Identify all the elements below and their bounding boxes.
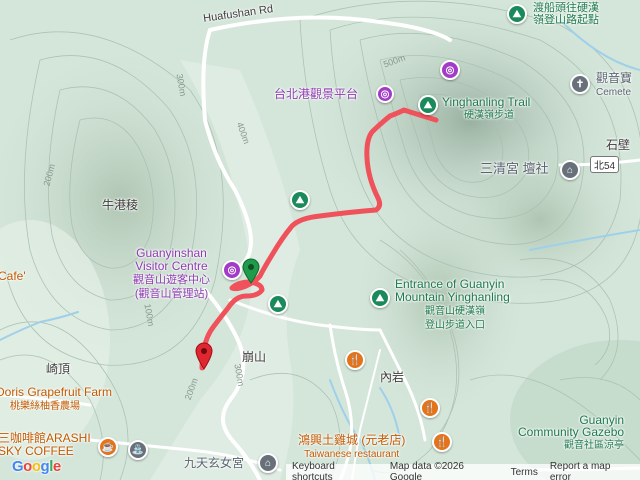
camera-icon[interactable]: ◎ xyxy=(440,60,460,80)
fork-knife-icon[interactable]: 🍴 xyxy=(345,350,365,370)
poi-label-jiutian[interactable]: 九天玄女宮 xyxy=(184,457,244,470)
poi-label-sanqing-temple[interactable]: 三清宮 壇社 xyxy=(480,162,549,175)
poi-label-line: SKY COFFEE xyxy=(0,444,74,458)
fork-knife-icon[interactable]: 🍴 xyxy=(420,398,440,418)
trail-icon[interactable]: ⛰ xyxy=(268,294,288,314)
place-label-cafe: Cafe' xyxy=(0,269,26,283)
poi-label-line: 嶺登山路起點 xyxy=(533,14,599,26)
poi-label-line: Mountain Yinghanling xyxy=(395,290,510,304)
poi-label-line: 渡船頭往硬漢 xyxy=(533,2,599,14)
end-marker-icon[interactable] xyxy=(195,342,213,370)
camera-icon[interactable]: ◎ xyxy=(376,85,394,103)
trail-icon[interactable]: ⛰ xyxy=(290,190,310,210)
poi-label-line: Yinghanling Trail xyxy=(442,95,531,109)
poi-label-arashi[interactable]: 三咖啡館ARASHI SKY COFFEE xyxy=(0,432,91,458)
map-data-text: Map data ©2026 Google xyxy=(389,461,464,480)
poi-label-line: 硬漢嶺步道 xyxy=(464,110,514,121)
place-label-shibi: 石壁 xyxy=(606,138,631,152)
poi-label-visitor-centre[interactable]: Guanyinshan Visitor Centre 觀音山遊客中心 (觀音山管… xyxy=(133,247,210,301)
keyboard-shortcuts-link[interactable]: Keyboard shortcuts xyxy=(286,461,384,480)
poi-label-doris[interactable]: Doris Grapefruit Farm 桃樂絲柚香農場 xyxy=(0,386,112,413)
poi-label-line: 鴻興土雞城 (元老店) xyxy=(298,433,406,447)
road-badge-54: 北54 xyxy=(590,156,620,173)
poi-label-ferry-top[interactable]: 渡船頭往硬漢 嶺登山路起點 xyxy=(533,2,599,26)
cemetery-icon[interactable]: ✝ xyxy=(570,74,590,94)
poi-label-line: Entrance of Guanyin xyxy=(395,277,505,291)
poi-label-line: (觀音山管理站) xyxy=(134,288,209,300)
poi-label-cemetery[interactable]: 觀音寶 Cemete xyxy=(596,72,632,99)
poi-label-line: Visitor Centre xyxy=(135,259,208,273)
poi-label-yinghanling[interactable]: Yinghanling Trail 硬漢嶺步道 xyxy=(442,96,530,122)
fork-knife-icon[interactable]: 🍴 xyxy=(432,432,452,452)
poi-label-entrance[interactable]: Entrance of Guanyin Mountain Yinghanling… xyxy=(395,278,510,332)
camera-icon[interactable]: ◎ xyxy=(222,260,242,280)
trail-icon[interactable]: ⛰ xyxy=(507,4,527,24)
start-marker-icon[interactable] xyxy=(242,258,260,284)
poi-label-line: Cemete xyxy=(596,87,632,98)
poi-label-line: 觀音寶 xyxy=(596,71,633,85)
poi-label-line: Taiwanese restaurant xyxy=(304,449,400,460)
attribution-bar: Keyboard shortcuts Map data ©2026 Google… xyxy=(286,461,640,480)
place-label-niugangleng: 牛港稜 xyxy=(102,198,139,212)
poi-label-line: Doris Grapefruit Farm xyxy=(0,385,113,399)
poi-label-line: 觀音社區涼亭 xyxy=(564,440,625,451)
poi-label-hongxing[interactable]: 鴻興土雞城 (元老店) Taiwanese restaurant xyxy=(298,434,405,461)
poi-label-taipei-port-platform[interactable]: 台北港觀景平台 xyxy=(274,88,358,101)
poi-label-line: Guanyinshan xyxy=(136,246,207,260)
google-logo: Google xyxy=(12,458,61,475)
poi-label-line: 三咖啡館ARASHI xyxy=(0,431,91,445)
place-label-bengshan: 崩山 xyxy=(242,350,267,364)
trail-icon[interactable]: ⛰ xyxy=(418,95,438,115)
report-error-link[interactable]: Report a map error xyxy=(544,461,640,480)
temple-icon[interactable]: ⌂ xyxy=(258,453,278,473)
coffee-icon[interactable]: ☕ xyxy=(98,437,118,457)
poi-label-gazebo[interactable]: Guanyin Community Gazebo 觀音社區涼亭 xyxy=(518,414,625,452)
poi-label-line: 桃樂絲柚香農場 xyxy=(10,401,80,412)
poi-label-line: Community Gazebo xyxy=(518,425,625,439)
poi-label-line: 觀音山硬漢嶺 xyxy=(425,306,485,317)
trail-icon[interactable]: ⛰ xyxy=(370,288,390,308)
park-icon[interactable]: ⛲ xyxy=(128,440,148,460)
temple-icon[interactable]: ⌂ xyxy=(560,160,580,180)
poi-label-line: 觀音山遊客中心 xyxy=(133,274,210,286)
place-label-qiding: 崎頂 xyxy=(46,362,71,376)
poi-label-line: 登山步道入口 xyxy=(425,320,485,331)
map-canvas[interactable]: 500m 400m 300m 200m 100m 300m 200m Huafu… xyxy=(0,0,640,480)
terms-link[interactable]: Terms xyxy=(505,467,544,478)
place-label-neiyan: 內岩 xyxy=(380,370,405,384)
